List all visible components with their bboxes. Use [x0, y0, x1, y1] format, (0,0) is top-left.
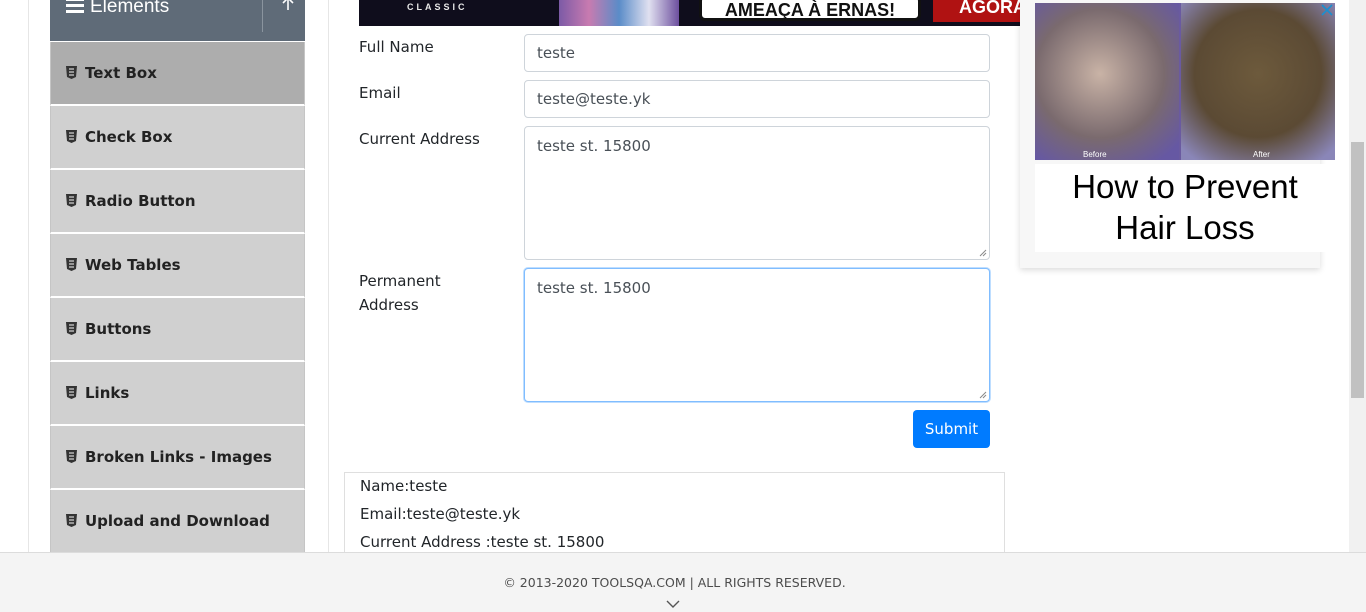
output-email: Email:teste@teste.yk — [360, 505, 521, 523]
resize-handle-icon[interactable] — [979, 249, 987, 257]
collapse-icon[interactable] — [278, 0, 298, 12]
sidebar-item-label: Buttons — [85, 320, 152, 338]
html5-icon — [66, 386, 77, 399]
sidebar-item-web-tables[interactable]: Web Tables — [50, 234, 305, 298]
sidebar-item-label: Radio Button — [85, 192, 196, 210]
permanent-address-textarea[interactable]: teste st. 15800 — [524, 268, 990, 402]
sidebar-item-label: Broken Links - Images — [85, 448, 272, 466]
header-divider — [262, 0, 263, 32]
copyright-text: © 2013-2020 TOOLSQA.COM | ALL RIGHTS RES… — [503, 575, 846, 590]
elements-group-header[interactable]: Elements — [50, 0, 305, 41]
email-input[interactable]: teste@teste.yk — [524, 80, 990, 118]
top-banner-ad[interactable]: CLASSIC AMEAÇA À ERNAS! AGORA — [359, 0, 1020, 26]
ad-image: Before After — [1035, 3, 1335, 160]
email-label: Email — [359, 84, 401, 102]
banner-classic-text: CLASSIC — [407, 2, 468, 12]
side-ad[interactable]: Before After How to Prevent Hair Loss — [1020, 0, 1335, 268]
close-icon[interactable] — [1320, 3, 1334, 17]
html5-icon — [66, 258, 77, 271]
sidebar-item-radio-button[interactable]: Radio Button — [50, 170, 305, 234]
sidebar-item-label: Text Box — [85, 64, 157, 82]
submit-button[interactable]: Submit — [913, 410, 990, 448]
html5-icon — [66, 66, 77, 79]
output-current-address: Current Address :teste st. 15800 — [360, 533, 605, 551]
permanent-address-label-line1: Permanent — [359, 272, 441, 290]
permanent-address-value: teste st. 15800 — [537, 279, 651, 297]
html5-icon — [66, 450, 77, 463]
left-divider — [328, 0, 329, 552]
ad-headline-line1: How to Prevent — [1072, 168, 1298, 205]
current-address-label: Current Address — [359, 130, 480, 148]
sidebar-item-text-box[interactable]: Text Box — [50, 42, 305, 106]
output-panel: Name:teste Email:teste@teste.yk Current … — [344, 472, 1005, 562]
chevron-down-icon[interactable] — [665, 599, 681, 609]
scrollbar-thumb[interactable] — [1351, 142, 1364, 398]
html5-icon — [66, 130, 77, 143]
html5-icon — [66, 194, 77, 207]
permanent-address-label-line2: Address — [359, 296, 419, 314]
hamburger-icon — [66, 0, 84, 13]
group-title: Elements — [90, 0, 170, 17]
sidebar-item-broken-links-images[interactable]: Broken Links - Images — [50, 426, 305, 490]
sidebar-item-upload-and-download[interactable]: Upload and Download — [50, 490, 305, 554]
current-address-textarea[interactable]: teste st. 15800 — [524, 126, 990, 260]
ad-after-photo — [1181, 3, 1335, 160]
banner-slogan: AMEAÇA À ERNAS! — [699, 0, 921, 21]
current-address-value: teste st. 15800 — [537, 137, 651, 155]
ad-headline-line2: Hair Loss — [1115, 209, 1255, 246]
page-scrollbar[interactable] — [1349, 0, 1366, 552]
html5-icon — [66, 514, 77, 527]
full-name-label: Full Name — [359, 38, 434, 56]
sidebar-item-label: Links — [85, 384, 130, 402]
sidebar-item-links[interactable]: Links — [50, 362, 305, 426]
footer: © 2013-2020 TOOLSQA.COM | ALL RIGHTS RES… — [0, 552, 1366, 612]
resize-handle-icon[interactable] — [979, 391, 987, 399]
sidebar-item-label: Upload and Download — [85, 512, 270, 530]
left-panel: Elements Text Box Check Box Radio Button… — [0, 0, 329, 554]
sidebar-item-buttons[interactable]: Buttons — [50, 298, 305, 362]
sidebar-item-check-box[interactable]: Check Box — [50, 106, 305, 170]
ad-headline[interactable]: How to Prevent Hair Loss — [1035, 164, 1335, 252]
left-divider — [28, 0, 29, 552]
banner-artwork — [559, 0, 679, 26]
sidebar-item-label: Web Tables — [85, 256, 181, 274]
full-name-input[interactable]: teste — [524, 34, 990, 72]
output-name: Name:teste — [360, 477, 448, 495]
ad-before-caption: Before — [1083, 150, 1107, 159]
elements-menu: Text Box Check Box Radio Button Web Tabl… — [50, 42, 305, 554]
html5-icon — [66, 322, 77, 335]
ad-before-photo — [1035, 3, 1179, 160]
banner-cta[interactable]: AGORA — [933, 0, 1020, 22]
sidebar-item-label: Check Box — [85, 128, 173, 146]
ad-after-caption: After — [1253, 150, 1270, 159]
permanent-address-label: Permanent Address — [359, 269, 441, 317]
